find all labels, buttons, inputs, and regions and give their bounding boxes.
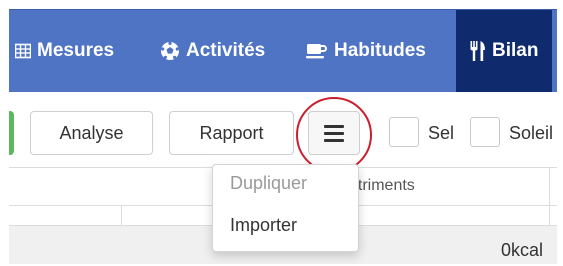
actions-dropdown-menu: Dupliquer Importer: [212, 164, 359, 252]
nav-tab-label: Habitudes: [334, 40, 426, 61]
green-button-edge[interactable]: [9, 111, 14, 155]
analyse-button-label: Analyse: [59, 122, 124, 143]
app-frame: Mesures Activités Habitudes Bilan Analys…: [9, 9, 557, 264]
sel-checkbox-label: Sel: [428, 123, 455, 143]
nav-tab-bilan[interactable]: Bilan: [456, 10, 553, 92]
soleil-checkbox-label: Soleil: [509, 123, 554, 143]
nav-tab-label: Activités: [186, 40, 266, 61]
sel-checkbox[interactable]: [389, 117, 419, 147]
nav-tab-habitudes[interactable]: Habitudes: [306, 10, 426, 92]
nav-tab-label: Bilan: [492, 40, 539, 61]
soccer-ball-icon: [160, 41, 180, 61]
nav-tab-mesures[interactable]: Mesures: [15, 10, 114, 92]
menu-toggle-button[interactable]: [308, 111, 360, 155]
kcal-value: 0kcal: [500, 240, 543, 260]
menu-item-dupliquer: Dupliquer: [230, 173, 308, 193]
menu-item-importer[interactable]: Importer: [230, 215, 297, 236]
table-icon: [15, 43, 31, 59]
coffee-cup-icon: [306, 42, 328, 60]
nav-tab-label: Mesures: [37, 40, 115, 61]
soleil-checkbox[interactable]: [470, 117, 500, 147]
top-navbar: Mesures Activités Habitudes Bilan: [9, 9, 557, 92]
analyse-button[interactable]: Analyse: [30, 111, 153, 155]
hamburger-menu-icon: [324, 124, 344, 142]
fork-knife-icon: [470, 41, 486, 61]
rapport-button[interactable]: Rapport: [169, 111, 294, 155]
nav-tab-activites[interactable]: Activités: [160, 10, 265, 92]
rapport-button-label: Rapport: [199, 122, 264, 143]
